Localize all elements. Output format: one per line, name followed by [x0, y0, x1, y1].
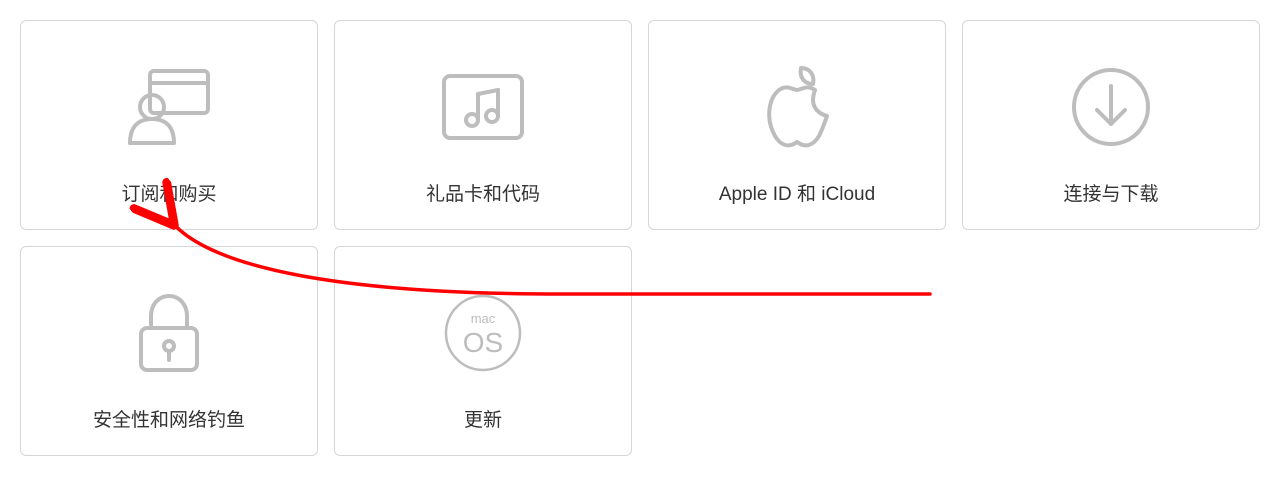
svg-text:OS: OS [463, 327, 503, 358]
macos-badge-icon: mac OS [335, 283, 631, 383]
tile-label: 订阅和购买 [121, 179, 216, 206]
apple-icon [649, 57, 945, 157]
tile-subscriptions-purchases[interactable]: 订阅和购买 [20, 20, 318, 230]
tile-label: 安全性和网络钓鱼 [93, 405, 245, 432]
svg-text:mac: mac [471, 311, 496, 326]
person-card-icon [21, 57, 317, 157]
lock-icon [21, 283, 317, 383]
tile-label: 礼品卡和代码 [426, 179, 540, 206]
tile-giftcards-codes[interactable]: 礼品卡和代码 [334, 20, 632, 230]
tile-security-phishing[interactable]: 安全性和网络钓鱼 [20, 246, 318, 456]
download-circle-icon [963, 57, 1259, 157]
tile-label: 更新 [464, 405, 502, 432]
tile-appleid-icloud[interactable]: Apple ID 和 iCloud [648, 20, 946, 230]
tile-update[interactable]: mac OS 更新 [334, 246, 632, 456]
tile-connect-download[interactable]: 连接与下载 [962, 20, 1260, 230]
tile-label: 连接与下载 [1063, 179, 1158, 206]
giftcard-music-icon [335, 57, 631, 157]
tile-label: Apple ID 和 iCloud [719, 179, 875, 206]
support-topic-grid: 订阅和购买 礼品卡和代码 Apple ID 和 i [20, 20, 1260, 456]
